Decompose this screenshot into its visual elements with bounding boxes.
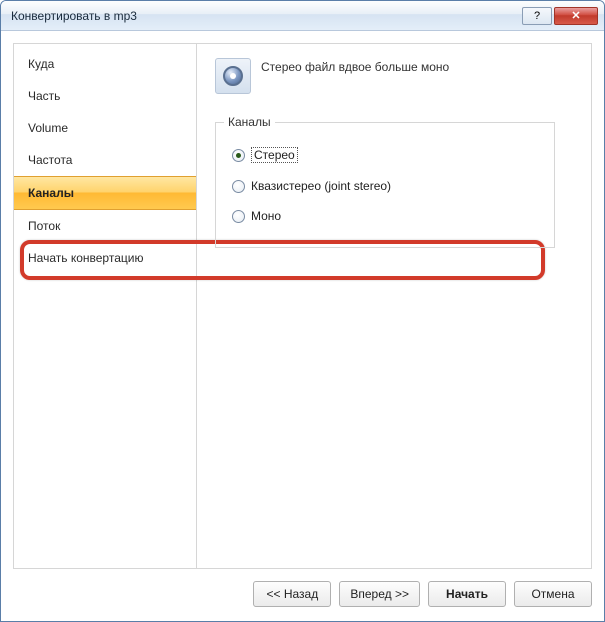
sidebar-item-part[interactable]: Часть [14, 80, 196, 112]
back-button[interactable]: << Назад [253, 581, 331, 607]
radio-stereo[interactable]: Стерео [232, 147, 538, 163]
content-heading: Стерео файл вдвое больше моно [261, 58, 449, 74]
sidebar-item-label: Поток [28, 219, 60, 233]
sidebar: Куда Часть Volume Частота Каналы Поток Н… [14, 44, 197, 568]
help-button[interactable]: ? [522, 7, 552, 25]
sidebar-item-label: Volume [28, 121, 68, 135]
radio-mono[interactable]: Моно [232, 209, 538, 223]
close-icon: ✕ [571, 9, 580, 22]
start-button[interactable]: Начать [428, 581, 506, 607]
titlebar: Конвертировать в mp3 ? ✕ [1, 1, 604, 31]
radio-joint-stereo[interactable]: Квазистерео (joint stereo) [232, 179, 538, 193]
channels-groupbox: Каналы Стерео Квазистерео (joint stereo)… [215, 122, 555, 248]
next-button[interactable]: Вперед >> [339, 581, 420, 607]
cancel-button[interactable]: Отмена [514, 581, 592, 607]
sidebar-item-start-conversion[interactable]: Начать конвертацию [14, 242, 196, 274]
window-title: Конвертировать в mp3 [11, 9, 522, 23]
content-header: Стерео файл вдвое больше моно [215, 58, 573, 94]
button-label: Начать [446, 587, 488, 601]
button-label: << Назад [267, 587, 319, 601]
sidebar-item-volume[interactable]: Volume [14, 112, 196, 144]
radio-label: Моно [251, 209, 281, 223]
radio-label: Квазистерео (joint stereo) [251, 179, 391, 193]
sidebar-item-stream[interactable]: Поток [14, 210, 196, 242]
radio-icon [232, 210, 245, 223]
content-area: Стерео файл вдвое больше моно Каналы Сте… [197, 44, 591, 568]
sidebar-item-label: Часть [28, 89, 60, 103]
dialog-body: Куда Часть Volume Частота Каналы Поток Н… [1, 31, 604, 621]
sidebar-item-label: Каналы [28, 186, 74, 200]
sidebar-item-destination[interactable]: Куда [14, 48, 196, 80]
sidebar-item-label: Куда [28, 57, 54, 71]
speaker-icon [215, 58, 251, 94]
group-label: Каналы [224, 115, 275, 129]
main-panel: Куда Часть Volume Частота Каналы Поток Н… [13, 43, 592, 569]
radio-icon [232, 149, 245, 162]
radio-label: Стерео [251, 147, 298, 163]
radio-icon [232, 180, 245, 193]
sidebar-item-label: Частота [28, 153, 72, 167]
footer-buttons: << Назад Вперед >> Начать Отмена [13, 577, 592, 611]
close-button[interactable]: ✕ [554, 7, 598, 25]
help-icon: ? [534, 10, 540, 22]
button-label: Отмена [531, 587, 574, 601]
dialog-window: Конвертировать в mp3 ? ✕ Куда Часть Volu… [0, 0, 605, 622]
titlebar-buttons: ? ✕ [522, 7, 598, 25]
sidebar-item-frequency[interactable]: Частота [14, 144, 196, 176]
button-label: Вперед >> [350, 587, 409, 601]
sidebar-item-label: Начать конвертацию [28, 251, 143, 265]
sidebar-item-channels[interactable]: Каналы [14, 176, 196, 210]
